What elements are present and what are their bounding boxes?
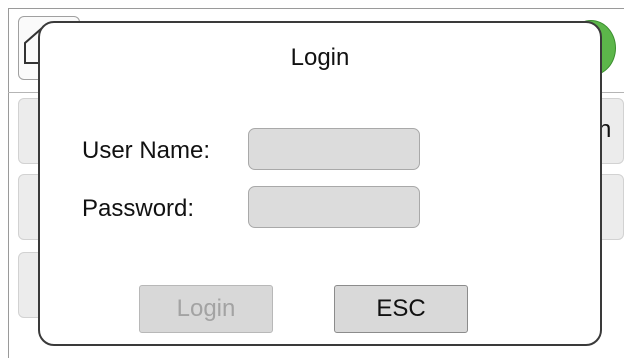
username-input[interactable] bbox=[248, 128, 420, 170]
esc-button[interactable]: ESC bbox=[334, 285, 468, 333]
login-button[interactable]: Login bbox=[139, 285, 273, 333]
login-dialog: Login User Name: Password: Login ESC bbox=[38, 21, 602, 346]
username-label: User Name: bbox=[82, 137, 211, 164]
password-input[interactable] bbox=[248, 186, 420, 228]
dialog-title: Login bbox=[290, 44, 350, 71]
password-label: Password: bbox=[82, 195, 195, 222]
